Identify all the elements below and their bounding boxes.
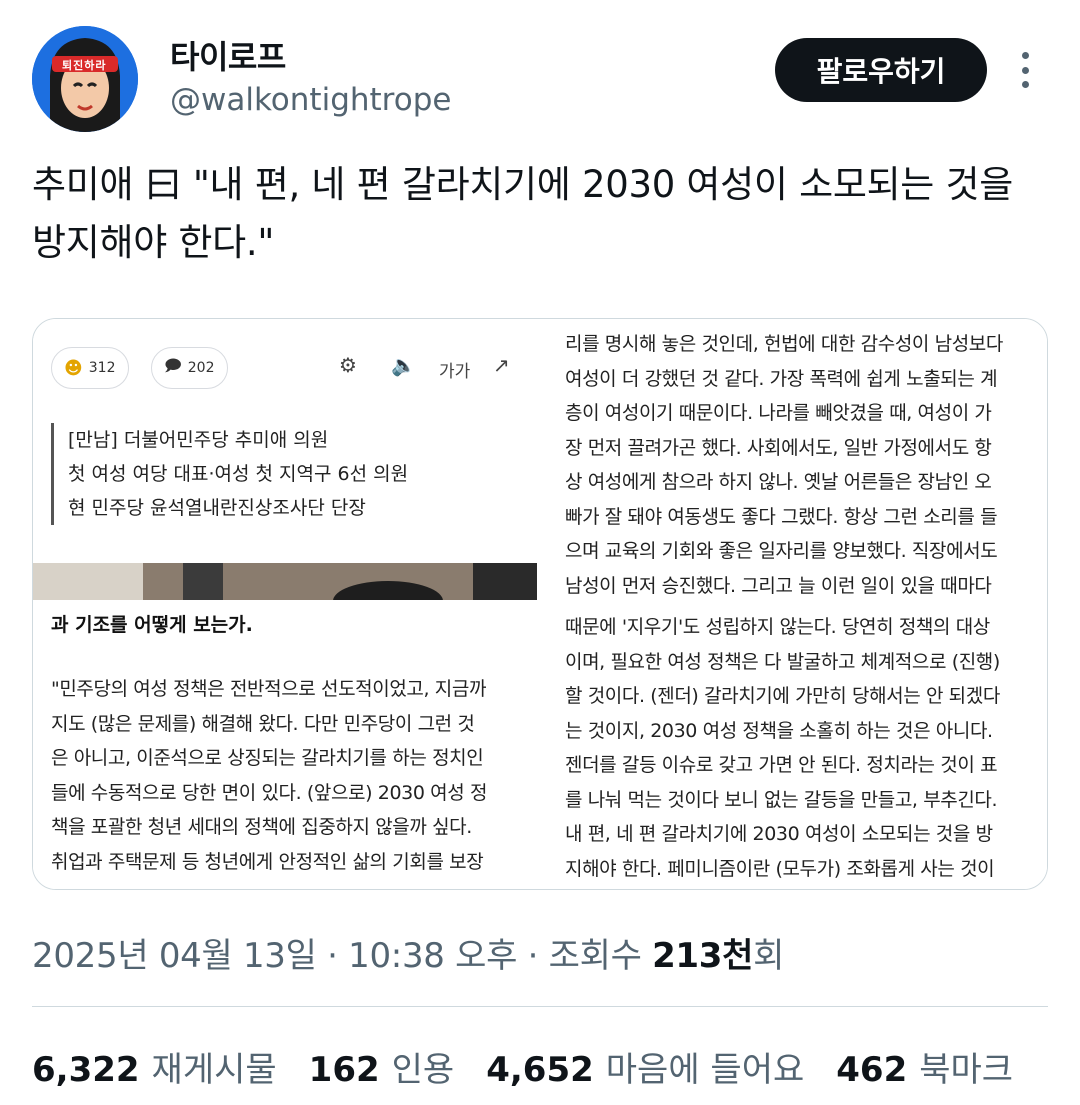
article-line: 할 것이다. (젠더) 갈라치기에 가만히 당해서는 안 되겠다 <box>565 685 1000 707</box>
likes-stat[interactable]: 4,652 마음에 들어요 <box>486 1042 804 1091</box>
retweet-label: 재게시물 <box>151 1050 277 1090</box>
avatar-illustration <box>32 26 138 132</box>
media-image-4[interactable]: 때문에 '지우기'도 성립하지 않는다. 당연히 정책의 대상 이며, 필요한 … <box>545 608 1047 889</box>
article-line: 들에 수동적으로 당한 면이 있다. (앞으로) 2030 여성 정 <box>51 781 488 804</box>
engagement-stats: 6,322 재게시물 162 인용 4,652 마음에 들어요 462 북마크 <box>32 1042 1013 1091</box>
article-line: 남성이 먼저 승진했다. 그리고 늘 이런 일이 있을 때마다 <box>565 574 992 597</box>
quotes-stat[interactable]: 162 인용 <box>309 1042 455 1091</box>
media-grid[interactable]: ☻ 312 🗩 202 ⚙ 🔈 가가 ↗ [만남] 더불어민주당 추미애 의원 … <box>32 318 1048 890</box>
article-line: 는 것이지, 2030 여성 정책을 소홀히 하는 것은 아니다. <box>565 719 993 742</box>
speaker-icon: 🔈 <box>391 353 416 377</box>
like-count: 312 <box>88 360 116 376</box>
bookmark-count: 462 <box>836 1050 908 1090</box>
article-line: 내 편, 네 편 갈라치기에 2030 여성이 소모되는 것을 방 <box>565 823 993 845</box>
avatar-headband-text: 퇴진하라 <box>62 59 107 72</box>
retweets-stat[interactable]: 6,322 재게시물 <box>32 1042 277 1091</box>
robot-icon: ⚙ <box>339 353 357 377</box>
article-text: 리를 명시해 놓은 것인데, 헌법에 대한 감수성이 남성보다 여성이 더 강했… <box>565 327 1035 600</box>
quote-line: [만남] 더불어민주당 추미애 의원 <box>68 429 329 451</box>
tweet-text: 추미애 曰 "내 편, 네 편 갈라치기에 2030 여성이 소모되는 것을 방… <box>32 163 1013 264</box>
comment-icon: 🗩 <box>164 355 182 375</box>
thumbs-up-emoji-icon: ☻ <box>64 357 83 379</box>
bookmarks-stat[interactable]: 462 북마크 <box>836 1042 1013 1091</box>
article-text: "민주당의 여성 정책은 전반적으로 선도적이었고, 지금까 지도 (많은 문제… <box>51 672 521 879</box>
like-label: 마음에 들어요 <box>605 1050 805 1090</box>
tweet-header: 퇴진하라 타이로프 @walkontightrope 팔로우하기 <box>32 26 1048 136</box>
media-image-1[interactable]: ☻ 312 🗩 202 ⚙ 🔈 가가 ↗ [만남] 더불어민주당 추미애 의원 … <box>33 319 537 600</box>
view-count: 213천 <box>652 936 754 976</box>
article-line: 지도 (많은 문제를) 해결해 왔다. 다만 민주당이 그런 것 <box>51 712 475 735</box>
media-divider <box>33 600 1047 608</box>
follow-button[interactable]: 팔로우하기 <box>775 38 987 102</box>
quote-line: 첫 여성 여당 대표·여성 첫 지역구 6선 의원 <box>68 463 409 485</box>
divider <box>32 1006 1048 1007</box>
article-quote: [만남] 더불어민주당 추미애 의원 첫 여성 여당 대표·여성 첫 지역구 6… <box>51 423 408 525</box>
article-line: 층이 여성이기 때문이다. 나라를 빼앗겼을 때, 여성이 가 <box>565 402 992 424</box>
bookmark-label: 북마크 <box>919 1050 1014 1090</box>
article-line: 빠가 잘 돼야 여동생도 좋다 그랬다. 항상 그런 소리를 들 <box>565 505 998 528</box>
media-image-3[interactable]: 과 기조를 어떻게 보는가. "민주당의 여성 정책은 전반적으로 선도적이었고… <box>33 608 537 889</box>
like-pill: ☻ 312 <box>51 347 129 389</box>
article-line: 장 먼저 끌려가곤 했다. 사회에서도, 일반 가정에서도 항 <box>565 436 992 459</box>
article-line: 여성이 더 강했던 것 같다. 가장 폭력에 쉽게 노출되는 계 <box>565 367 998 390</box>
article-line: 때문에 '지우기'도 성립하지 않는다. 당연히 정책의 대상 <box>565 616 990 638</box>
retweet-count: 6,322 <box>32 1050 140 1090</box>
article-line: 젠더를 갈등 이슈로 갖고 가면 안 된다. 정치라는 것이 표 <box>565 754 998 776</box>
quote-line: 현 민주당 윤석열내란진상조사단 단장 <box>68 497 366 519</box>
article-line: "민주당의 여성 정책은 전반적으로 선도적이었고, 지금까 <box>51 678 487 700</box>
article-line: 취업과 주택문제 등 청년에게 안정적인 삶의 기회를 보장 <box>51 850 484 873</box>
share-icon: ↗ <box>493 353 510 377</box>
comment-pill: 🗩 202 <box>151 347 228 389</box>
timestamp[interactable]: 2025년 04월 13일 · 10:38 오후 · 조회수 <box>32 936 652 976</box>
quote-label: 인용 <box>391 1050 455 1090</box>
author-handle[interactable]: @walkontightrope <box>170 82 451 118</box>
like-count: 4,652 <box>486 1050 594 1090</box>
article-line: 리를 명시해 놓은 것인데, 헌법에 대한 감수성이 남성보다 <box>565 333 1003 355</box>
article-line: 를 나눠 먹는 것이다 보니 없는 갈등을 만들고, 부추긴다. <box>565 788 998 811</box>
article-line: 상 여성에게 참으라 하지 않나. 옛날 어른들은 장남인 오 <box>565 471 992 493</box>
tweet-meta: 2025년 04월 13일 · 10:38 오후 · 조회수 213천회 <box>32 928 784 977</box>
quote-count: 162 <box>308 1050 380 1090</box>
article-line: 이며, 필요한 여성 정책은 다 발굴하고 체계적으로 (진행) <box>565 650 1000 673</box>
article-heading: 과 기조를 어떻게 보는가. <box>51 614 253 636</box>
media-image-2[interactable]: 리를 명시해 놓은 것인데, 헌법에 대한 감수성이 남성보다 여성이 더 강했… <box>545 319 1047 600</box>
article-line: 으며 교육의 기회와 좋은 일자리를 양보했다. 직장에서도 <box>565 540 998 562</box>
comment-count: 202 <box>187 360 215 376</box>
view-count-suffix: 회 <box>753 936 785 976</box>
article-photo <box>33 563 537 600</box>
avatar[interactable]: 퇴진하라 <box>32 26 138 132</box>
article-line: 지해야 한다. 페미니즘이란 (모두가) 조화롭게 사는 것이 <box>565 857 995 880</box>
article-line: 책을 포괄한 청년 세대의 정책에 집중하지 않을까 싶다. <box>51 816 472 838</box>
more-options-icon[interactable] <box>1010 48 1040 92</box>
author-name[interactable]: 타이로프 <box>170 32 286 78</box>
article-text: 때문에 '지우기'도 성립하지 않는다. 당연히 정책의 대상 이며, 필요한 … <box>565 610 1035 886</box>
article-line: 은 아니고, 이준석으로 상징되는 갈라치기를 하는 정치인 <box>51 747 484 769</box>
font-size-icon: 가가 <box>439 362 471 382</box>
